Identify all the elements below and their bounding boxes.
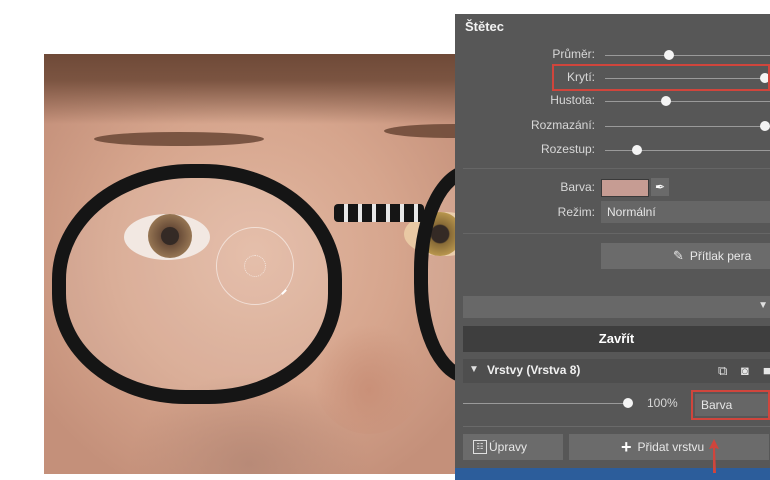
layers-title: Vrstvy (Vrstva 8)	[487, 363, 581, 377]
slider-blur[interactable]: Rozmazání:	[455, 117, 770, 135]
slider-thumb[interactable]	[664, 50, 674, 60]
color-label: Barva:	[560, 180, 595, 194]
pen-icon: ✎	[673, 248, 684, 263]
adjustments-icon: ☷	[473, 440, 487, 454]
preset-dropdown[interactable]: ▼	[463, 296, 770, 318]
pointer-arrow-icon	[709, 439, 719, 473]
glasses-bridge	[334, 204, 424, 222]
blend-mode-select[interactable]: Barva	[695, 394, 770, 416]
add-layer-label: Přidat vrstvu	[637, 440, 705, 454]
layer-opacity-value: 100%	[647, 396, 678, 410]
layer-menu-icon[interactable]: ■	[763, 363, 770, 378]
slider-track[interactable]	[605, 55, 770, 56]
layers-header[interactable]: ▼ Vrstvy (Vrstva 8) ⧉ ◙ ■	[463, 359, 770, 383]
slider-track[interactable]	[605, 78, 770, 79]
pen-pressure-label: Přítlak pera	[689, 249, 752, 263]
slider-label: Rozestup:	[540, 142, 595, 156]
layer-opacity-track[interactable]	[463, 403, 628, 404]
mask-icon[interactable]: ◙	[741, 363, 749, 378]
adjustments-button[interactable]: ☷ Úpravy	[463, 434, 563, 460]
brush-panel: Štětec Průměr: Krytí: Hustota: Rozmazání…	[455, 14, 770, 480]
slider-label: Krytí:	[566, 70, 595, 84]
slider-opacity[interactable]: Krytí:	[455, 69, 770, 87]
duplicate-layer-icon[interactable]: ⧉	[718, 363, 727, 379]
add-layer-button[interactable]: + Přidat vrstvu	[569, 434, 769, 460]
triangle-down-icon[interactable]: ▼	[469, 364, 479, 375]
divider	[463, 233, 770, 234]
mode-select[interactable]: Normální	[601, 201, 770, 223]
close-button[interactable]: Zavřít	[463, 326, 770, 352]
slider-diameter[interactable]: Průměr:	[455, 46, 770, 64]
slider-label: Hustota:	[550, 93, 595, 107]
divider	[463, 168, 770, 169]
color-swatch[interactable]	[601, 179, 649, 197]
plus-icon: +	[621, 437, 632, 457]
mode-label: Režim:	[557, 205, 595, 219]
slider-density[interactable]: Hustota:	[455, 92, 770, 110]
left-eyebrow	[94, 132, 264, 146]
chevron-down-icon: ▼	[758, 300, 768, 311]
panel-title: Štětec	[465, 19, 505, 34]
pen-pressure-button[interactable]: ✎ Přítlak pera	[601, 243, 770, 269]
eyedropper-icon[interactable]: ✒	[651, 178, 669, 196]
left-glasses-lens	[52, 164, 342, 404]
nose	[314, 324, 424, 434]
selected-layer-strip[interactable]	[455, 468, 770, 480]
hair	[44, 54, 464, 124]
slider-track[interactable]	[605, 101, 770, 102]
slider-track[interactable]	[605, 150, 770, 151]
slider-spacing[interactable]: Rozestup:	[455, 141, 770, 159]
divider	[463, 426, 770, 427]
slider-thumb[interactable]	[632, 145, 642, 155]
slider-label: Průměr:	[552, 47, 595, 61]
slider-thumb[interactable]	[760, 121, 770, 131]
right-eyebrow	[384, 124, 464, 138]
slider-track[interactable]	[605, 126, 770, 127]
photo-canvas[interactable]	[44, 54, 464, 474]
slider-thumb[interactable]	[760, 73, 770, 83]
slider-thumb[interactable]	[660, 96, 671, 106]
slider-label: Rozmazání:	[530, 118, 595, 132]
layer-opacity-thumb[interactable]	[623, 398, 633, 408]
adjustments-label: Úpravy	[489, 440, 528, 454]
